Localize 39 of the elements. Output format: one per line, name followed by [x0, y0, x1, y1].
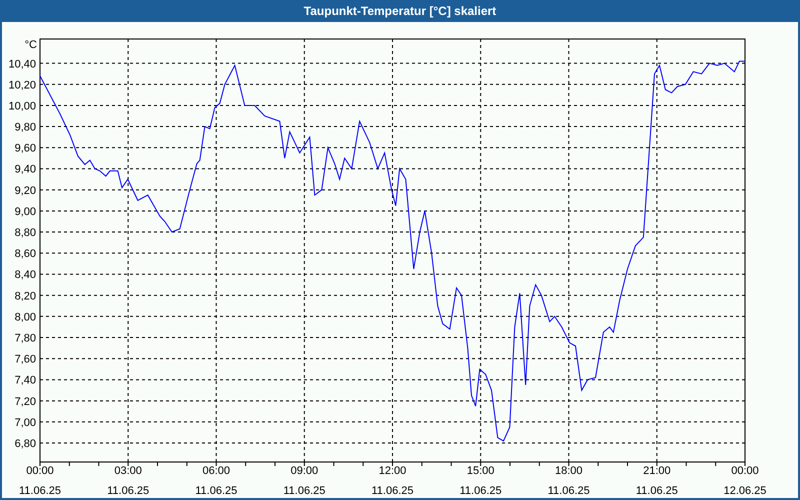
x-tick-label: 15:00 [466, 465, 494, 477]
y-tick-label: 7,00 [14, 416, 36, 429]
x-tick-label: 12:00 [378, 465, 406, 477]
x-tick-date: 11.06.25 [107, 485, 150, 497]
x-tick-label: 18:00 [554, 465, 583, 477]
y-tick-label: 10,20 [8, 79, 36, 92]
window-title: Taupunkt-Temperatur [°C] skaliert [302, 3, 498, 20]
y-tick-label: 8,40 [14, 269, 36, 282]
x-tick-label: 06:00 [202, 465, 230, 477]
y-axis-unit: °C [24, 39, 37, 51]
y-tick-label: 7,20 [14, 396, 36, 408]
y-tick-label: 8,60 [14, 248, 36, 260]
x-tick-date: 11.06.25 [283, 485, 326, 497]
x-tick-date: 11.06.25 [195, 485, 238, 497]
y-tick-label: 9,40 [14, 164, 36, 176]
y-tick-label: 6,80 [14, 438, 36, 450]
x-tick-date: 11.06.25 [548, 485, 590, 497]
x-tick-date: 11.06.25 [636, 485, 678, 497]
x-tick-label: 00:00 [26, 465, 54, 477]
y-tick-label: 8,20 [14, 290, 36, 302]
x-tick-label: 03:00 [114, 465, 142, 477]
y-tick-label: 7,80 [14, 332, 36, 345]
x-tick-label: 00:00 [731, 465, 759, 477]
y-tick-label: 8,00 [14, 311, 36, 324]
y-tick-label: 9,80 [14, 122, 36, 134]
y-tick-label: 9,20 [14, 184, 36, 197]
x-tick-label: 21:00 [643, 465, 671, 477]
y-tick-label: 8,80 [14, 227, 36, 240]
x-tick-label: 09:00 [290, 465, 318, 477]
y-tick-label: 10,40 [8, 58, 36, 70]
y-tick-label: 10,00 [8, 100, 36, 112]
y-tick-label: 9,00 [14, 206, 36, 218]
x-tick-date: 11.06.25 [19, 485, 61, 497]
y-tick-label: 7,40 [14, 374, 36, 387]
x-tick-date: 11.06.25 [460, 485, 502, 497]
y-tick-label: 7,60 [14, 354, 36, 366]
x-tick-date: 12.06.25 [724, 485, 766, 497]
y-tick-label: 9,60 [14, 142, 36, 155]
x-tick-date: 11.06.25 [372, 485, 414, 497]
